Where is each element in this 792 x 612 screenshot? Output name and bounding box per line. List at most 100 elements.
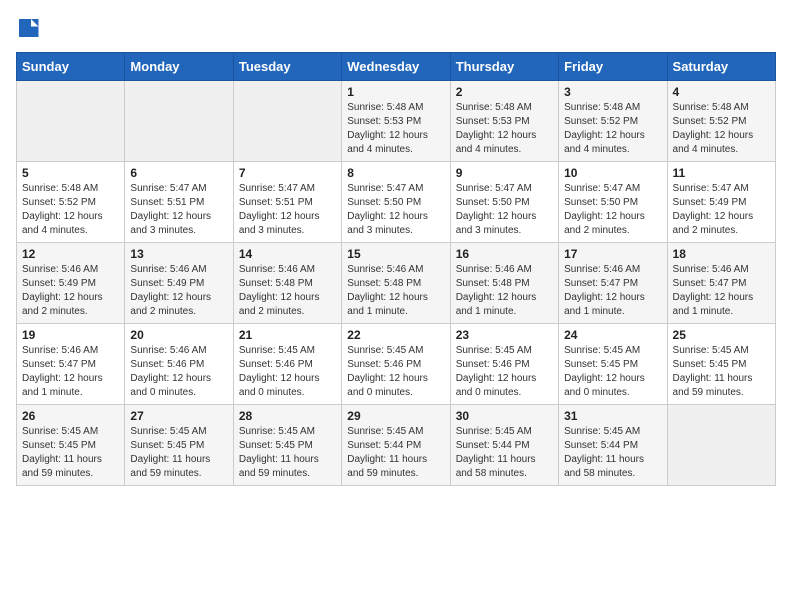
cell-info: Sunrise: 5:46 AM Sunset: 5:47 PM Dayligh… bbox=[673, 263, 770, 319]
calendar-cell: 20 Sunrise: 5:46 AM Sunset: 5:46 PM Dayli… bbox=[125, 324, 233, 405]
calendar-table: SundayMondayTuesdayWednesdayThursdayFrid… bbox=[16, 52, 776, 486]
cell-info: Sunrise: 5:45 AM Sunset: 5:45 PM Dayligh… bbox=[564, 344, 661, 400]
calendar-cell: 26 Sunrise: 5:45 AM Sunset: 5:45 PM Dayli… bbox=[17, 405, 125, 486]
day-number: 23 bbox=[456, 328, 553, 342]
calendar-cell: 16 Sunrise: 5:46 AM Sunset: 5:48 PM Dayli… bbox=[450, 243, 558, 324]
week-row-2: 5 Sunrise: 5:48 AM Sunset: 5:52 PM Daylig… bbox=[17, 162, 776, 243]
header-row: SundayMondayTuesdayWednesdayThursdayFrid… bbox=[17, 53, 776, 81]
header-day-monday: Monday bbox=[125, 53, 233, 81]
header-day-wednesday: Wednesday bbox=[342, 53, 450, 81]
day-number: 17 bbox=[564, 247, 661, 261]
day-number: 29 bbox=[347, 409, 444, 423]
day-number: 21 bbox=[239, 328, 336, 342]
cell-info: Sunrise: 5:48 AM Sunset: 5:53 PM Dayligh… bbox=[347, 101, 444, 157]
day-number: 7 bbox=[239, 166, 336, 180]
day-number: 31 bbox=[564, 409, 661, 423]
day-number: 14 bbox=[239, 247, 336, 261]
cell-info: Sunrise: 5:47 AM Sunset: 5:50 PM Dayligh… bbox=[456, 182, 553, 238]
day-number: 16 bbox=[456, 247, 553, 261]
day-number: 18 bbox=[673, 247, 770, 261]
cell-info: Sunrise: 5:46 AM Sunset: 5:48 PM Dayligh… bbox=[239, 263, 336, 319]
cell-info: Sunrise: 5:45 AM Sunset: 5:45 PM Dayligh… bbox=[22, 425, 119, 481]
cell-info: Sunrise: 5:45 AM Sunset: 5:45 PM Dayligh… bbox=[239, 425, 336, 481]
cell-info: Sunrise: 5:47 AM Sunset: 5:51 PM Dayligh… bbox=[239, 182, 336, 238]
cell-info: Sunrise: 5:48 AM Sunset: 5:53 PM Dayligh… bbox=[456, 101, 553, 157]
calendar-cell: 1 Sunrise: 5:48 AM Sunset: 5:53 PM Daylig… bbox=[342, 81, 450, 162]
calendar-cell: 30 Sunrise: 5:45 AM Sunset: 5:44 PM Dayli… bbox=[450, 405, 558, 486]
cell-info: Sunrise: 5:46 AM Sunset: 5:47 PM Dayligh… bbox=[22, 344, 119, 400]
header-day-sunday: Sunday bbox=[17, 53, 125, 81]
calendar-cell: 9 Sunrise: 5:47 AM Sunset: 5:50 PM Daylig… bbox=[450, 162, 558, 243]
cell-info: Sunrise: 5:45 AM Sunset: 5:45 PM Dayligh… bbox=[130, 425, 227, 481]
day-number: 6 bbox=[130, 166, 227, 180]
cell-info: Sunrise: 5:46 AM Sunset: 5:49 PM Dayligh… bbox=[22, 263, 119, 319]
day-number: 4 bbox=[673, 85, 770, 99]
calendar-body: 1 Sunrise: 5:48 AM Sunset: 5:53 PM Daylig… bbox=[17, 81, 776, 486]
calendar-cell: 8 Sunrise: 5:47 AM Sunset: 5:50 PM Daylig… bbox=[342, 162, 450, 243]
calendar-cell: 24 Sunrise: 5:45 AM Sunset: 5:45 PM Dayli… bbox=[559, 324, 667, 405]
cell-info: Sunrise: 5:46 AM Sunset: 5:48 PM Dayligh… bbox=[456, 263, 553, 319]
header-day-friday: Friday bbox=[559, 53, 667, 81]
logo-icon bbox=[16, 16, 40, 40]
day-number: 11 bbox=[673, 166, 770, 180]
week-row-3: 12Sunrise: 5:46 AM Sunset: 5:49 PM Dayli… bbox=[17, 243, 776, 324]
calendar-cell: 7 Sunrise: 5:47 AM Sunset: 5:51 PM Daylig… bbox=[233, 162, 341, 243]
cell-info: Sunrise: 5:46 AM Sunset: 5:49 PM Dayligh… bbox=[130, 263, 227, 319]
cell-info: Sunrise: 5:47 AM Sunset: 5:50 PM Dayligh… bbox=[564, 182, 661, 238]
cell-info: Sunrise: 5:48 AM Sunset: 5:52 PM Dayligh… bbox=[22, 182, 119, 238]
cell-info: Sunrise: 5:48 AM Sunset: 5:52 PM Dayligh… bbox=[673, 101, 770, 157]
cell-info: Sunrise: 5:45 AM Sunset: 5:44 PM Dayligh… bbox=[456, 425, 553, 481]
calendar-cell: 11 Sunrise: 5:47 AM Sunset: 5:49 PM Dayli… bbox=[667, 162, 775, 243]
calendar-cell bbox=[667, 405, 775, 486]
day-number: 9 bbox=[456, 166, 553, 180]
day-number: 15 bbox=[347, 247, 444, 261]
calendar-cell: 21 Sunrise: 5:45 AM Sunset: 5:46 PM Dayli… bbox=[233, 324, 341, 405]
calendar-cell: 6 Sunrise: 5:47 AM Sunset: 5:51 PM Daylig… bbox=[125, 162, 233, 243]
calendar-cell: 25Sunrise: 5:45 AM Sunset: 5:45 PM Dayli… bbox=[667, 324, 775, 405]
day-number: 22 bbox=[347, 328, 444, 342]
calendar-cell: 13Sunrise: 5:46 AM Sunset: 5:49 PM Dayli… bbox=[125, 243, 233, 324]
calendar-cell: 4 Sunrise: 5:48 AM Sunset: 5:52 PM Daylig… bbox=[667, 81, 775, 162]
day-number: 19 bbox=[22, 328, 119, 342]
cell-info: Sunrise: 5:45 AM Sunset: 5:44 PM Dayligh… bbox=[564, 425, 661, 481]
day-number: 3 bbox=[564, 85, 661, 99]
day-number: 30 bbox=[456, 409, 553, 423]
cell-info: Sunrise: 5:46 AM Sunset: 5:48 PM Dayligh… bbox=[347, 263, 444, 319]
header-day-saturday: Saturday bbox=[667, 53, 775, 81]
calendar-cell: 15 Sunrise: 5:46 AM Sunset: 5:48 PM Dayli… bbox=[342, 243, 450, 324]
day-number: 5 bbox=[22, 166, 119, 180]
cell-info: Sunrise: 5:45 AM Sunset: 5:45 PM Dayligh… bbox=[673, 344, 770, 400]
cell-info: Sunrise: 5:47 AM Sunset: 5:50 PM Dayligh… bbox=[347, 182, 444, 238]
day-number: 1 bbox=[347, 85, 444, 99]
calendar-cell: 14 Sunrise: 5:46 AM Sunset: 5:48 PM Dayli… bbox=[233, 243, 341, 324]
header-day-thursday: Thursday bbox=[450, 53, 558, 81]
calendar-cell: 3Sunrise: 5:48 AM Sunset: 5:52 PM Daylig… bbox=[559, 81, 667, 162]
day-number: 24 bbox=[564, 328, 661, 342]
calendar-cell: 19 Sunrise: 5:46 AM Sunset: 5:47 PM Dayli… bbox=[17, 324, 125, 405]
cell-info: Sunrise: 5:47 AM Sunset: 5:49 PM Dayligh… bbox=[673, 182, 770, 238]
cell-info: Sunrise: 5:45 AM Sunset: 5:46 PM Dayligh… bbox=[456, 344, 553, 400]
day-number: 26 bbox=[22, 409, 119, 423]
week-row-5: 26 Sunrise: 5:45 AM Sunset: 5:45 PM Dayli… bbox=[17, 405, 776, 486]
week-row-4: 19 Sunrise: 5:46 AM Sunset: 5:47 PM Dayli… bbox=[17, 324, 776, 405]
page-header bbox=[16, 16, 776, 40]
calendar-cell: 31 Sunrise: 5:45 AM Sunset: 5:44 PM Dayli… bbox=[559, 405, 667, 486]
day-number: 2 bbox=[456, 85, 553, 99]
day-number: 28 bbox=[239, 409, 336, 423]
logo bbox=[16, 16, 44, 40]
calendar-cell: 17 Sunrise: 5:46 AM Sunset: 5:47 PM Dayli… bbox=[559, 243, 667, 324]
day-number: 20 bbox=[130, 328, 227, 342]
day-number: 8 bbox=[347, 166, 444, 180]
cell-info: Sunrise: 5:45 AM Sunset: 5:46 PM Dayligh… bbox=[239, 344, 336, 400]
calendar-cell: 27Sunrise: 5:45 AM Sunset: 5:45 PM Dayli… bbox=[125, 405, 233, 486]
cell-info: Sunrise: 5:46 AM Sunset: 5:47 PM Dayligh… bbox=[564, 263, 661, 319]
calendar-cell bbox=[125, 81, 233, 162]
calendar-cell: 2 Sunrise: 5:48 AM Sunset: 5:53 PM Daylig… bbox=[450, 81, 558, 162]
calendar-cell: 23 Sunrise: 5:45 AM Sunset: 5:46 PM Dayli… bbox=[450, 324, 558, 405]
header-day-tuesday: Tuesday bbox=[233, 53, 341, 81]
calendar-cell: 28 Sunrise: 5:45 AM Sunset: 5:45 PM Dayli… bbox=[233, 405, 341, 486]
cell-info: Sunrise: 5:46 AM Sunset: 5:46 PM Dayligh… bbox=[130, 344, 227, 400]
cell-info: Sunrise: 5:47 AM Sunset: 5:51 PM Dayligh… bbox=[130, 182, 227, 238]
week-row-1: 1 Sunrise: 5:48 AM Sunset: 5:53 PM Daylig… bbox=[17, 81, 776, 162]
calendar-cell: 29Sunrise: 5:45 AM Sunset: 5:44 PM Dayli… bbox=[342, 405, 450, 486]
